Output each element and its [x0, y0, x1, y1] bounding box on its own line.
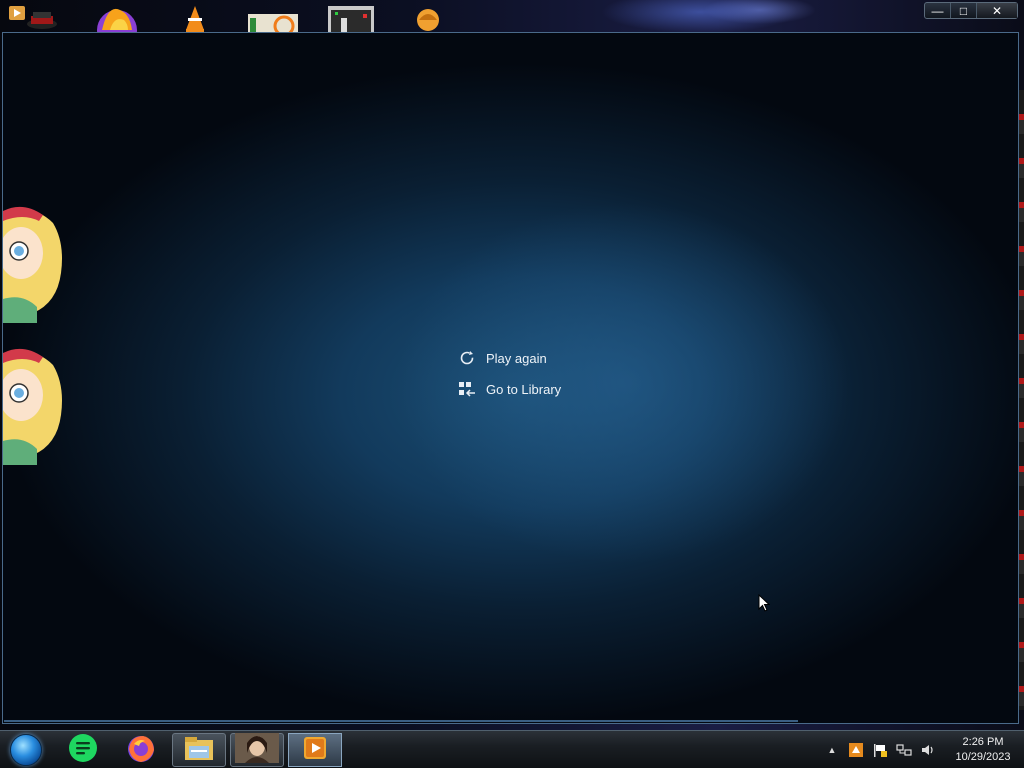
maximize-button[interactable]: □ — [951, 3, 977, 18]
media-player-icon — [302, 735, 328, 766]
portrait-app-icon — [235, 732, 279, 768]
volume-icon[interactable] — [918, 740, 938, 760]
hat-icon[interactable] — [26, 0, 58, 32]
clock-date: 10/29/2023 — [955, 751, 1011, 763]
terminal-icon[interactable] — [327, 0, 375, 32]
window-controls: — □ ✕ — [924, 2, 1018, 19]
file-explorer-icon — [183, 734, 215, 767]
taskbar: ▲ 2:26 PM 10/29/2023 — [0, 730, 1024, 768]
firefox-dev-icon[interactable] — [94, 0, 140, 32]
mouse-cursor-icon — [758, 593, 771, 617]
tray-overflow-button[interactable]: ▲ — [822, 740, 842, 760]
network-icon[interactable] — [894, 740, 914, 760]
system-tray: ▲ 2:26 PM 10/29/2023 — [822, 731, 1024, 768]
clock-time: 2:26 PM — [962, 736, 1004, 748]
vlc-icon[interactable] — [184, 0, 206, 32]
tray-app-icon[interactable] — [846, 740, 866, 760]
playback-end-menu: Play again Go to Library — [458, 347, 561, 409]
go-to-library-label: Go to Library — [486, 381, 562, 397]
firefox-icon — [125, 732, 157, 768]
taskbar-clock[interactable]: 2:26 PM 10/29/2023 — [946, 735, 1020, 765]
taskbar-media-player[interactable] — [288, 733, 342, 767]
spotify-icon — [68, 733, 98, 768]
close-button[interactable]: ✕ — [977, 3, 1017, 18]
taskbar-file-explorer[interactable] — [172, 733, 226, 767]
action-center-flag-icon[interactable] — [870, 740, 890, 760]
media-player-small-icon[interactable] — [8, 0, 26, 32]
go-to-library-button[interactable]: Go to Library — [458, 378, 561, 400]
play-again-label: Play again — [486, 350, 547, 366]
orange-avatar-icon[interactable] — [416, 0, 440, 32]
character-sticker-top — [3, 203, 65, 323]
start-orb-icon — [10, 734, 42, 766]
play-again-button[interactable]: Play again — [458, 347, 561, 369]
character-sticker-bottom — [3, 345, 65, 465]
replay-icon — [458, 349, 476, 367]
minimize-button[interactable]: — — [925, 3, 951, 18]
player-seek-line[interactable] — [4, 720, 798, 722]
taskbar-firefox[interactable] — [114, 733, 168, 767]
library-icon — [458, 380, 476, 398]
desktop-icon-row — [0, 0, 900, 32]
bayd-icon[interactable] — [248, 0, 298, 32]
taskbar-portrait-app[interactable] — [230, 732, 284, 768]
start-button[interactable] — [6, 733, 46, 767]
taskbar-spotify[interactable] — [56, 733, 110, 767]
